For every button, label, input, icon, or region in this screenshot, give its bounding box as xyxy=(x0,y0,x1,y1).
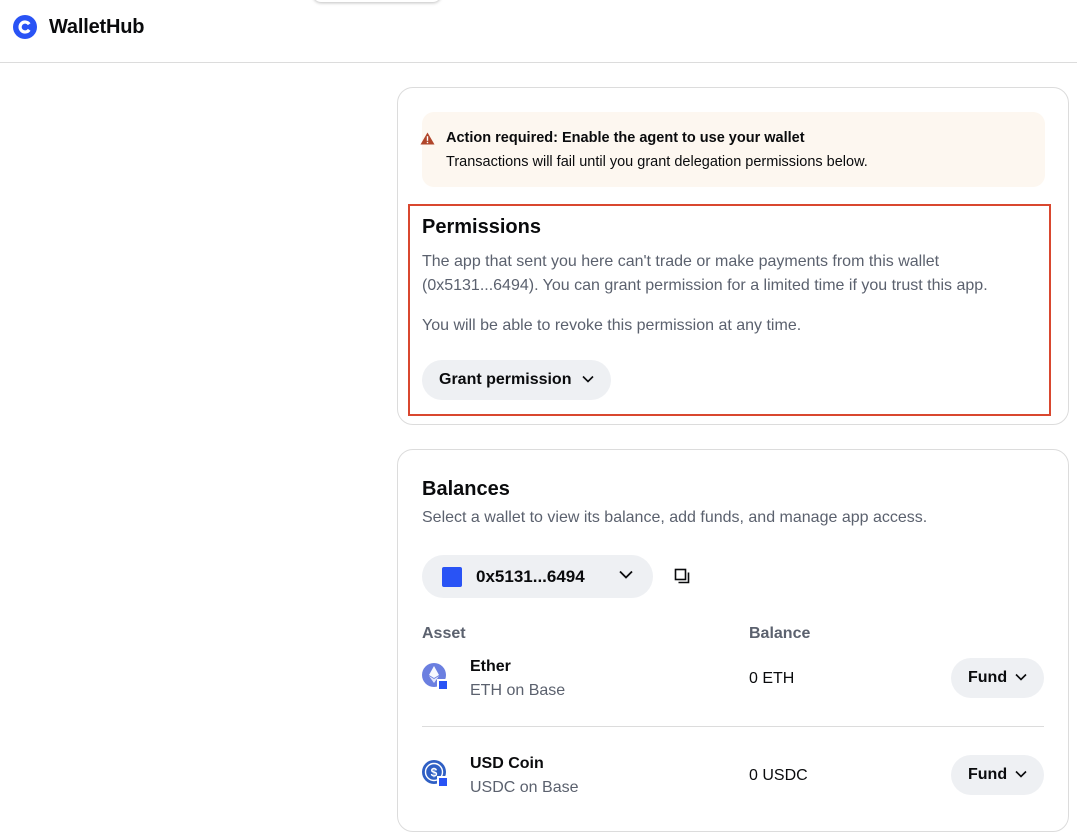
asset-column-header: Asset xyxy=(422,625,466,642)
asset-network: ETH on Base xyxy=(470,682,566,699)
grant-permission-button[interactable]: Grant permission xyxy=(422,360,611,400)
action-required-alert xyxy=(422,112,1045,187)
asset-balance: 0 ETH xyxy=(749,670,795,687)
top-header: WalletHub xyxy=(0,0,1077,63)
asset-network: USDC on Base xyxy=(470,779,579,796)
fund-button-ether[interactable]: Fund xyxy=(951,658,1044,698)
asset-row-ether: Ether ETH on Base 0 ETH Fund xyxy=(422,647,1044,731)
usdc-icon: $ xyxy=(422,760,448,787)
asset-row-usdc: $ USD Coin USDC on Base 0 USDC Fund xyxy=(422,744,1044,828)
row-divider xyxy=(422,726,1044,727)
asset-name: Ether xyxy=(470,658,511,675)
revoke-note: You will be able to revoke this permissi… xyxy=(422,317,802,334)
balances-title: Balances xyxy=(422,478,510,500)
permissions-title: Permissions xyxy=(422,216,541,238)
alert-title: Action required: Enable the agent to use… xyxy=(446,130,805,146)
asset-balance: 0 USDC xyxy=(749,767,808,784)
asset-name: USD Coin xyxy=(470,755,544,772)
wallethub-logo-icon[interactable] xyxy=(13,15,37,39)
fund-button-usdc[interactable]: Fund xyxy=(951,755,1044,795)
app-brand-name: WalletHub xyxy=(49,16,145,38)
chevron-down-icon xyxy=(1015,770,1027,778)
permissions-description: The app that sent you here can't trade o… xyxy=(422,253,988,294)
copy-address-icon[interactable] xyxy=(674,568,690,584)
chevron-down-icon xyxy=(619,570,633,579)
ether-icon xyxy=(422,663,448,690)
permissions-card: Action required: Enable the agent to use… xyxy=(397,87,1069,425)
wallet-selector[interactable]: 0x5131...6494 xyxy=(422,555,653,598)
fund-label: Fund xyxy=(968,766,1008,783)
chevron-down-icon xyxy=(1015,673,1027,681)
wallet-color-swatch xyxy=(442,567,462,587)
balances-card: Balances Select a wallet to view its bal… xyxy=(397,449,1069,832)
fund-label: Fund xyxy=(968,669,1008,686)
balance-column-header: Balance xyxy=(749,625,811,642)
floating-popup-edge xyxy=(313,0,441,2)
alert-body: Transactions will fail until you grant d… xyxy=(446,154,868,170)
chevron-down-icon xyxy=(582,375,594,383)
wallet-address: 0x5131...6494 xyxy=(476,567,585,586)
grant-permission-label: Grant permission xyxy=(439,371,572,388)
warning-icon xyxy=(420,132,435,145)
svg-text:$: $ xyxy=(431,766,438,780)
balances-subtitle: Select a wallet to view its balance, add… xyxy=(422,509,928,526)
